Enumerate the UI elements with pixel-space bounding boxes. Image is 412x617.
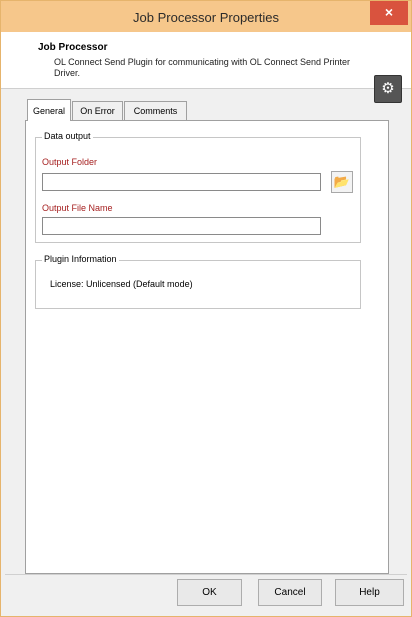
general-tab-panel: Data output Output Folder 📂 Output File … — [25, 120, 389, 574]
output-file-name-label: Output File Name — [42, 203, 113, 213]
plugin-title: Job Processor — [38, 42, 108, 53]
data-output-group: Data output Output Folder 📂 Output File … — [35, 131, 361, 243]
plugin-gear-icon: ⚙ — [374, 75, 402, 103]
plugin-information-legend: Plugin Information — [42, 254, 119, 264]
cancel-button[interactable]: Cancel — [258, 579, 322, 606]
tab-comments[interactable]: Comments — [124, 101, 187, 120]
tab-general[interactable]: General — [27, 99, 71, 121]
properties-window: Job Processor Properties × Job Processor… — [0, 0, 412, 617]
output-file-name-input[interactable] — [42, 217, 321, 235]
ok-button[interactable]: OK — [177, 579, 242, 606]
window-title: Job Processor Properties — [133, 10, 279, 25]
title-bar[interactable]: Job Processor Properties × — [1, 1, 411, 32]
license-text: License: Unlicensed (Default mode) — [50, 279, 193, 289]
plugin-information-group: Plugin Information License: Unlicensed (… — [35, 254, 361, 309]
data-output-legend: Data output — [42, 131, 93, 141]
footer-divider — [5, 574, 407, 575]
browse-folder-button[interactable]: 📂 — [331, 171, 353, 193]
help-button[interactable]: Help — [335, 579, 404, 606]
plugin-description: OL Connect Send Plugin for communicating… — [54, 57, 350, 78]
header-panel: Job Processor OL Connect Send Plugin for… — [1, 32, 411, 103]
folder-icon: 📂 — [333, 174, 351, 189]
close-button[interactable]: × — [370, 1, 408, 25]
tab-on-error[interactable]: On Error — [72, 101, 123, 120]
output-folder-label: Output Folder — [42, 157, 98, 167]
output-folder-input[interactable] — [42, 173, 321, 191]
